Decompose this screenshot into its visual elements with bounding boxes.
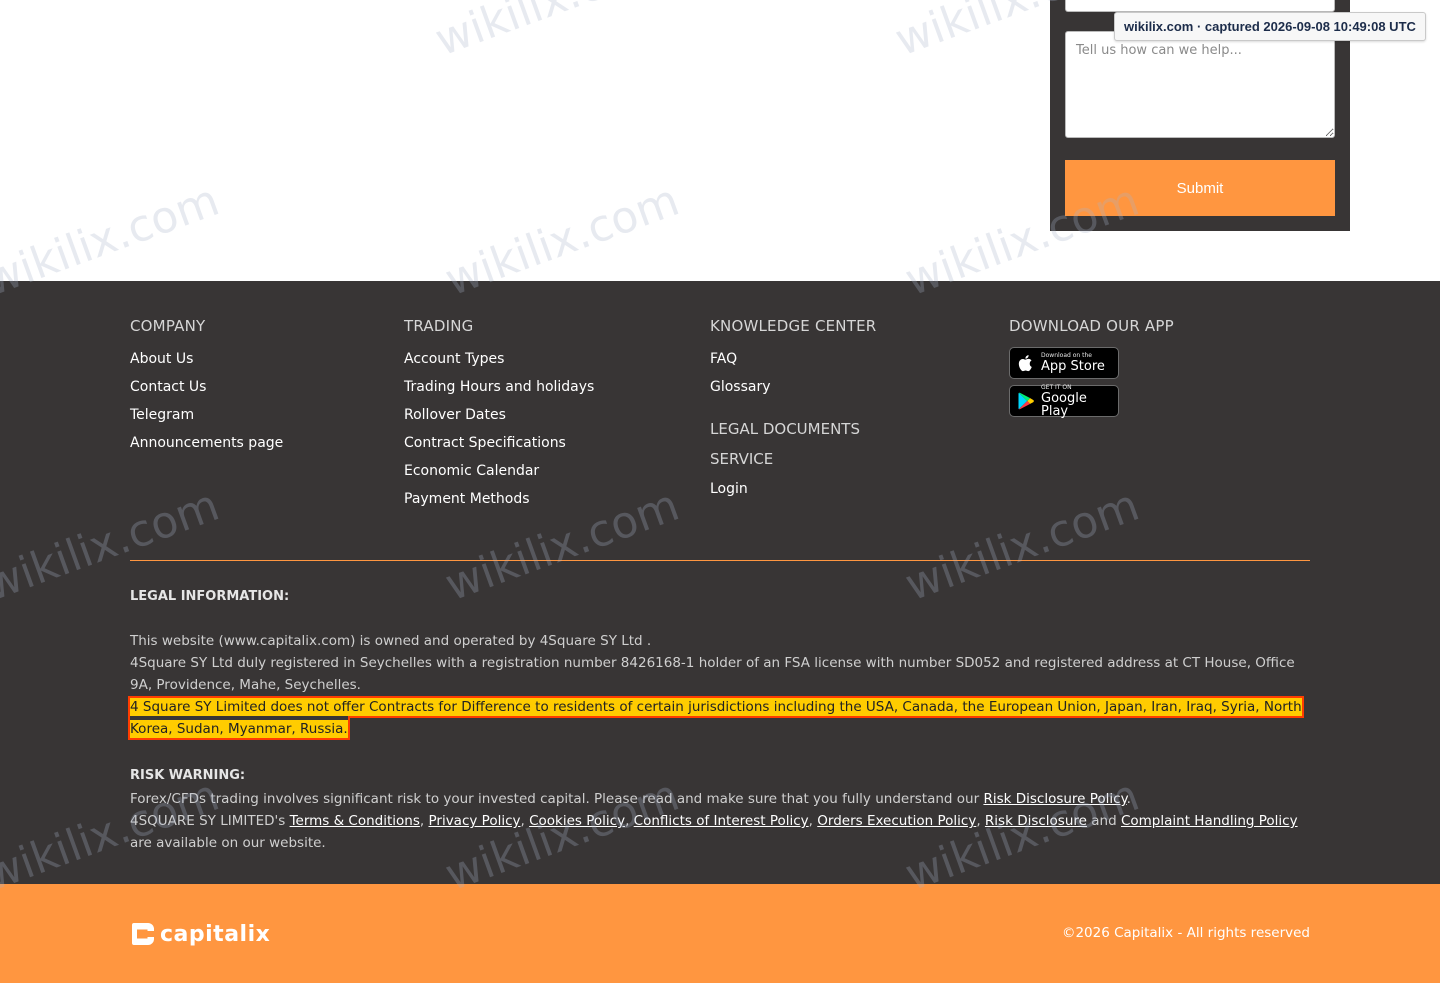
economic-calendar-link[interactable]: Economic Calendar <box>404 463 539 479</box>
payment-methods-link[interactable]: Payment Methods <box>404 491 530 507</box>
copyright-text: ©2026 Capitalix - All rights reserved <box>1061 925 1310 941</box>
download-app-title: DOWNLOAD OUR APP <box>1009 317 1174 335</box>
footer-column-app: DOWNLOAD OUR APP Download on the App Sto… <box>1009 316 1174 419</box>
rollover-dates-link[interactable]: Rollover Dates <box>404 407 506 423</box>
google-play-badge[interactable]: GET IT ON Google Play <box>1009 383 1119 419</box>
faq-link[interactable]: FAQ <box>710 351 737 367</box>
google-play-icon <box>1018 392 1034 410</box>
footer-link-account-types[interactable]: Account Types <box>404 350 594 378</box>
complaint-handling-policy-link[interactable]: Complaint Handling Policy <box>1121 813 1298 829</box>
privacy-policy-link[interactable]: Privacy Policy <box>428 813 520 829</box>
app-store-big-text: App Store <box>1041 359 1105 374</box>
legal-line-registration: 4Square SY Ltd duly registered in Seyche… <box>130 655 1295 693</box>
risk-warning-text: Forex/CFDs trading involves significant … <box>130 791 1298 851</box>
contact-form-field-partial[interactable] <box>1065 0 1335 12</box>
glossary-link[interactable]: Glossary <box>710 379 771 395</box>
footer-link-payment-methods[interactable]: Payment Methods <box>404 490 594 518</box>
footer-column-trading: TRADING Account Types Trading Hours and … <box>404 316 594 518</box>
google-play-small-text: GET IT ON <box>1041 383 1072 391</box>
footer-link-login[interactable]: Login <box>710 480 876 508</box>
service-title: SERVICE <box>710 450 774 468</box>
legal-line-restricted-jurisdictions: 4 Square SY Limited does not offer Contr… <box>128 696 1304 740</box>
trading-hours-link[interactable]: Trading Hours and holidays <box>404 379 594 395</box>
contract-specifications-link[interactable]: Contract Specifications <box>404 435 566 451</box>
apple-icon <box>1018 355 1032 372</box>
logo-text: capitalix <box>160 921 271 947</box>
telegram-link[interactable]: Telegram <box>130 407 194 423</box>
risk-disclosure-policy-link[interactable]: Risk Disclosure Policy <box>983 791 1126 807</box>
terms-conditions-link[interactable]: Terms & Conditions <box>290 813 420 829</box>
risk-line2-suffix: are available on our website. <box>130 835 326 851</box>
footer-link-telegram[interactable]: Telegram <box>130 406 283 434</box>
company-links: About Us Contact Us Telegram Announcemen… <box>130 350 283 462</box>
contact-us-link[interactable]: Contact Us <box>130 379 206 395</box>
footer-link-rollover-dates[interactable]: Rollover Dates <box>404 406 594 434</box>
page-top-area: Submit <box>0 0 1440 281</box>
bottom-bar: capitalix ©2026 Capitalix - All rights r… <box>0 884 1440 983</box>
trading-links: Account Types Trading Hours and holidays… <box>404 350 594 518</box>
legal-information-text: This website (www.capitalix.com) is owne… <box>128 630 1310 740</box>
legal-line-ownership: This website (www.capitalix.com) is owne… <box>130 633 652 649</box>
risk-and-text: and <box>1091 813 1117 829</box>
service-links: Login <box>710 480 876 508</box>
footer: COMPANY About Us Contact Us Telegram Ann… <box>0 281 1440 884</box>
footer-link-contract-specs[interactable]: Contract Specifications <box>404 434 594 462</box>
message-textarea[interactable] <box>1065 31 1335 138</box>
announcements-link[interactable]: Announcements page <box>130 435 283 451</box>
footer-column-knowledge: KNOWLEDGE CENTER FAQ Glossary LEGAL DOCU… <box>710 316 876 508</box>
risk-warning-title: RISK WARNING: <box>130 768 246 783</box>
orders-execution-policy-link[interactable]: Orders Execution Policy <box>817 813 976 829</box>
submit-button[interactable]: Submit <box>1065 160 1335 216</box>
risk-line1-suffix: . <box>1126 791 1131 807</box>
risk-line2-prefix: 4SQUARE SY LIMITED's <box>130 813 286 829</box>
capitalix-logo-icon <box>132 923 154 945</box>
footer-divider <box>130 560 1310 561</box>
conflicts-of-interest-link[interactable]: Conflicts of Interest Policy <box>634 813 809 829</box>
footer-link-about-us[interactable]: About Us <box>130 350 283 378</box>
knowledge-links: FAQ Glossary <box>710 350 876 406</box>
cookies-policy-link[interactable]: Cookies Policy <box>529 813 625 829</box>
capture-badge: wikilix.com · captured 2026-09-08 10:49:… <box>1114 12 1426 41</box>
trading-title: TRADING <box>404 317 474 335</box>
capitalix-logo[interactable]: capitalix <box>130 921 270 947</box>
account-types-link[interactable]: Account Types <box>404 351 504 367</box>
footer-link-glossary[interactable]: Glossary <box>710 378 876 406</box>
footer-link-economic-calendar[interactable]: Economic Calendar <box>404 462 594 490</box>
footer-link-trading-hours[interactable]: Trading Hours and holidays <box>404 378 594 406</box>
risk-line1-text: Forex/CFDs trading involves significant … <box>130 791 980 807</box>
knowledge-center-title: KNOWLEDGE CENTER <box>710 317 877 335</box>
footer-link-faq[interactable]: FAQ <box>710 350 876 378</box>
footer-link-announcements[interactable]: Announcements page <box>130 434 283 462</box>
about-us-link[interactable]: About Us <box>130 351 193 367</box>
google-play-big-text: Google Play <box>1041 390 1087 419</box>
risk-disclosure-link[interactable]: Risk Disclosure <box>985 813 1087 829</box>
legal-documents-title[interactable]: LEGAL DOCUMENTS <box>710 414 876 444</box>
footer-link-contact-us[interactable]: Contact Us <box>130 378 283 406</box>
app-store-badge[interactable]: Download on the App Store <box>1009 347 1119 379</box>
company-title: COMPANY <box>130 317 206 335</box>
legal-information-title: LEGAL INFORMATION: <box>130 589 290 604</box>
login-link[interactable]: Login <box>710 481 748 497</box>
footer-column-company: COMPANY About Us Contact Us Telegram Ann… <box>130 316 283 462</box>
